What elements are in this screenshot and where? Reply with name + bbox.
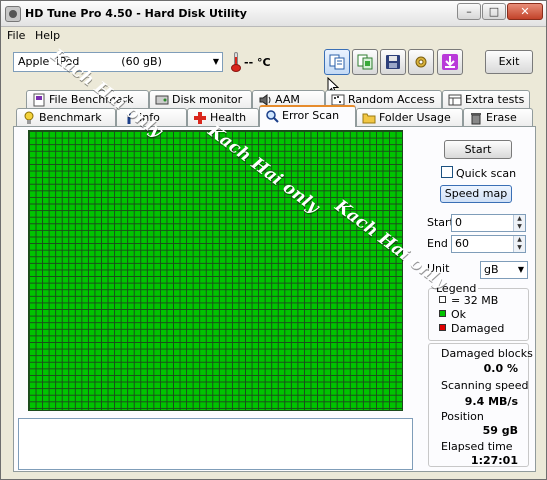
- start-button[interactable]: Start: [444, 140, 512, 159]
- end-input[interactable]: 60 ▲ ▼: [451, 235, 526, 253]
- start-input[interactable]: 0 ▲ ▼: [451, 214, 526, 232]
- magnifier-icon: [266, 110, 279, 123]
- position-label: Position: [441, 410, 484, 423]
- tab-folder-usage[interactable]: Folder Usage: [356, 108, 463, 127]
- options-icon: [415, 56, 427, 68]
- scan-log-box: [18, 418, 413, 470]
- legend-ok: Ok: [451, 308, 467, 321]
- menu-file[interactable]: File: [7, 29, 25, 42]
- disk-monitor-icon: [155, 95, 169, 105]
- drive-select[interactable]: Apple iPod (60 gB) ▼: [13, 52, 223, 72]
- damaged-blocks-value: 0.0 %: [483, 362, 518, 375]
- app-window: HD Tune Pro 4.50 - Hard Disk Utility – □…: [0, 0, 547, 480]
- options-button[interactable]: [408, 49, 434, 75]
- quick-scan-label: Quick scan: [456, 167, 517, 180]
- chevron-down-icon: ▼: [212, 57, 219, 66]
- save-button[interactable]: [380, 49, 406, 75]
- scan-block-map: [28, 130, 403, 411]
- copy-text-icon: [329, 54, 345, 70]
- title-bar[interactable]: HD Tune Pro 4.50 - Hard Disk Utility – □…: [1, 1, 546, 27]
- copy-image-icon: [357, 54, 373, 70]
- thermometer-icon: [231, 52, 241, 72]
- menu-help[interactable]: Help: [35, 29, 60, 42]
- unit-label: Unit: [427, 262, 450, 275]
- start-field-label: Start: [427, 216, 454, 229]
- window-title: HD Tune Pro 4.50 - Hard Disk Utility: [25, 7, 247, 20]
- download-button[interactable]: [437, 49, 463, 75]
- file-benchmark-icon: [33, 93, 45, 107]
- trash-icon: [471, 113, 481, 125]
- tab-benchmark[interactable]: Benchmark: [16, 108, 116, 127]
- tab-health[interactable]: Health: [187, 108, 259, 127]
- info-icon: [127, 112, 131, 124]
- tab-disk-monitor[interactable]: Disk monitor: [149, 90, 252, 109]
- legend-title: Legend: [434, 282, 479, 295]
- health-cross-icon: [194, 112, 206, 124]
- copy-text-button[interactable]: [324, 49, 350, 75]
- block-swatch-icon: [439, 296, 446, 303]
- damaged-swatch-icon: [439, 324, 446, 331]
- download-icon: [442, 54, 458, 70]
- save-icon: [386, 55, 400, 69]
- chevron-down-icon: ▼: [517, 265, 524, 274]
- ok-swatch-icon: [439, 310, 446, 317]
- quick-scan-checkbox[interactable]: [441, 166, 453, 178]
- end-field-label: End: [427, 237, 448, 250]
- tab-file-benchmark[interactable]: File Benchmark: [26, 90, 149, 109]
- elapsed-time-label: Elapsed time: [441, 440, 513, 453]
- folder-icon: [362, 113, 376, 124]
- damaged-blocks-label: Damaged blocks: [441, 347, 533, 360]
- extra-tests-icon: [448, 94, 462, 106]
- scanning-speed-value: 9.4 MB/s: [464, 395, 518, 408]
- benchmark-icon: [24, 111, 34, 124]
- unit-select[interactable]: gB ▼: [480, 261, 528, 279]
- position-value: 59 gB: [482, 424, 518, 437]
- legend-block-size: = 32 MB: [451, 294, 499, 307]
- tab-extra-tests[interactable]: Extra tests: [442, 90, 530, 109]
- elapsed-time-value: 1:27:01: [470, 454, 518, 467]
- app-icon: [5, 6, 21, 22]
- minimize-button[interactable]: –: [457, 3, 481, 20]
- spinner-arrows-icon[interactable]: ▲ ▼: [513, 215, 525, 231]
- menu-bar: File Help: [1, 27, 546, 45]
- copy-image-button[interactable]: [352, 49, 378, 75]
- maximize-button[interactable]: □: [482, 3, 506, 20]
- drive-select-value: Apple iPod (60 gB): [18, 55, 162, 68]
- speed-map-button[interactable]: Speed map: [440, 185, 512, 203]
- scanning-speed-label: Scanning speed: [441, 379, 529, 392]
- temperature-readout: -- °C: [244, 56, 271, 69]
- spinner-arrows-icon[interactable]: ▲ ▼: [513, 236, 525, 252]
- tab-error-scan[interactable]: Error Scan: [259, 105, 356, 127]
- tab-erase[interactable]: Erase: [463, 108, 533, 127]
- legend-damaged: Damaged: [451, 322, 505, 335]
- close-button[interactable]: ✕: [507, 3, 543, 20]
- exit-button[interactable]: Exit: [485, 50, 533, 74]
- tab-info[interactable]: Info: [116, 108, 187, 127]
